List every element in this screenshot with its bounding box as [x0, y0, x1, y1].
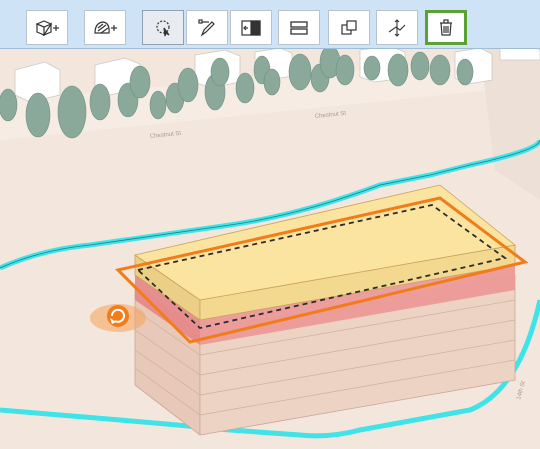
- split-edit-button[interactable]: [230, 10, 272, 45]
- editing-toolbar: [0, 0, 540, 49]
- duplicate-button[interactable]: [328, 10, 370, 45]
- cube-plus-icon: [34, 19, 60, 37]
- add-building-button[interactable]: [26, 10, 68, 45]
- elevation-icon: [386, 18, 408, 38]
- map-scene[interactable]: Chestnut St Chestnut St 14th St: [0, 0, 540, 449]
- floors-icon: [288, 19, 310, 37]
- lasso-select-icon: [153, 18, 173, 38]
- scene-viewport[interactable]: Chestnut St Chestnut St 14th St: [0, 0, 540, 449]
- delete-button[interactable]: [425, 10, 467, 45]
- lasso-select-button[interactable]: [142, 10, 184, 45]
- trash-icon: [437, 18, 455, 38]
- elevation-button[interactable]: [376, 10, 418, 45]
- duplicate-icon: [339, 18, 359, 38]
- rotate-handle[interactable]: [90, 304, 146, 332]
- draw-shape-button[interactable]: [186, 10, 228, 45]
- add-vegetation-button[interactable]: [84, 10, 126, 45]
- tree-plus-icon: [92, 19, 118, 37]
- split-box-icon: [240, 19, 262, 37]
- floor-split-button[interactable]: [278, 10, 320, 45]
- pencil-vertex-icon: [197, 18, 217, 38]
